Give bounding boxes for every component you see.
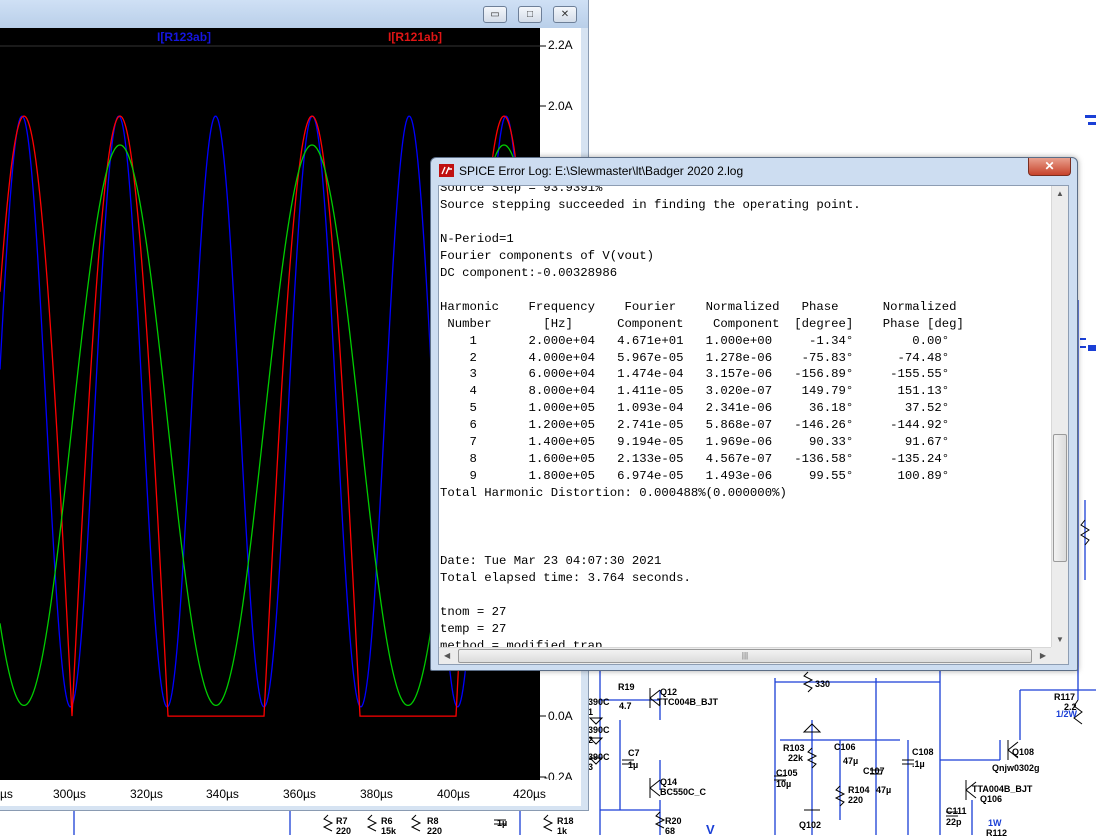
- close-button[interactable]: ✕: [553, 6, 577, 23]
- x-tick-label: 320µs: [130, 787, 163, 801]
- schematic-label: Q102: [799, 820, 822, 830]
- log-line: 9 1.800e+05 6.974e-05 1.493e-06 99.55° 1…: [440, 469, 950, 484]
- trace-label-r121ab[interactable]: I[R121ab]: [388, 30, 442, 44]
- schematic-label: .1µ: [912, 759, 925, 769]
- schematic-label: BC550C_C: [660, 787, 707, 797]
- schematic-label: 47µ: [876, 785, 892, 795]
- log-close-button[interactable]: ✕: [1028, 158, 1071, 176]
- schematic-label: R103: [783, 743, 805, 753]
- log-titlebar[interactable]: SPICE Error Log: E:\Slewmaster\lt\Badger…: [431, 158, 1077, 185]
- schematic-label: C7: [628, 748, 640, 758]
- resize-grip[interactable]: [1051, 647, 1068, 664]
- log-line: Number [Hz] Component Component [degree]…: [440, 316, 964, 331]
- close-icon: ✕: [1044, 159, 1055, 173]
- log-text-area[interactable]: Source Step = 93.9391% Source stepping s…: [438, 185, 1069, 665]
- y-tick-label: 2.2A: [548, 38, 573, 52]
- scroll-right-icon[interactable]: ▶: [1040, 651, 1046, 660]
- schematic-label: C111: [946, 806, 967, 816]
- log-line: Source Step = 93.9391%: [440, 185, 603, 195]
- log-line: Date: Tue Mar 23 04:07:30 2021: [440, 553, 662, 568]
- schematic-label: 22k: [788, 753, 804, 763]
- schematic-label: TTC004B_BJT: [657, 697, 719, 707]
- x-tick-label: µs: [0, 787, 13, 801]
- log-line: Source stepping succeeded in finding the…: [440, 197, 861, 212]
- log-line: N-Period=1: [440, 231, 514, 246]
- schematic-label: C105: [776, 768, 798, 778]
- schematic-label: Q14: [660, 777, 678, 787]
- x-tick-label: 380µs: [360, 787, 393, 801]
- schematic-label: R6: [381, 816, 393, 826]
- schematic-label: Q108: [1012, 747, 1035, 757]
- schematic-label: 330: [815, 679, 831, 689]
- log-line: Total Harmonic Distortion: 0.000488%(0.0…: [440, 486, 787, 501]
- log-line: 5 1.000e+05 1.093e-04 2.341e-06 36.18° 3…: [440, 401, 950, 416]
- log-line: DC component:-0.00328986: [440, 265, 618, 280]
- y-tick-label: 2.0A: [548, 99, 573, 113]
- log-line: 7 1.400e+05 9.194e-05 1.969e-06 90.33° 9…: [440, 435, 950, 450]
- schematic-label: 47µ: [843, 756, 859, 766]
- schematic-label: Qnjw0302g: [992, 763, 1040, 773]
- minimize-button[interactable]: ▭: [483, 6, 507, 23]
- log-line: 4 8.000e+04 1.411e-05 3.020e-07 149.79° …: [440, 384, 950, 399]
- schematic-label: R7: [336, 816, 348, 826]
- scroll-down-icon[interactable]: ▼: [1056, 635, 1064, 644]
- log-line: 1 2.000e+04 4.671e+01 1.000e+00 -1.34° 0…: [440, 333, 950, 348]
- schematic-label: 1µ: [497, 818, 508, 828]
- log-line: 3 6.000e+04 1.474e-04 3.157e-06 -156.89°…: [440, 367, 950, 382]
- schematic-label: 1/2W: [1056, 709, 1078, 719]
- horizontal-scrollbar[interactable]: ◀ ||| ▶: [439, 647, 1051, 664]
- x-tick-label: 360µs: [283, 787, 316, 801]
- schematic-label: R112: [986, 828, 1008, 838]
- schematic-label: Q12: [660, 687, 678, 697]
- scroll-left-icon[interactable]: ◀: [444, 651, 450, 660]
- schematic-label: 4.7: [619, 701, 632, 711]
- schematic-label: R8: [427, 816, 439, 826]
- grip-icon: |||: [741, 651, 749, 660]
- schematic-label: 1µ: [628, 760, 639, 770]
- trace-label-r123ab[interactable]: I[R123ab]: [157, 30, 211, 44]
- vertical-scroll-thumb[interactable]: [1053, 434, 1067, 562]
- schematic-label: 390C: [588, 697, 610, 707]
- schematic-label: 390C: [588, 752, 610, 762]
- log-line: Total elapsed time: 3.764 seconds.: [440, 570, 691, 585]
- schematic-label: R19: [618, 682, 635, 692]
- schematic-label: TTA004B_BJT: [972, 784, 1033, 794]
- log-line: Fourier components of V(vout): [440, 248, 655, 263]
- log-window-title: SPICE Error Log: E:\Slewmaster\lt\Badger…: [459, 164, 744, 178]
- x-tick-label: 340µs: [206, 787, 239, 801]
- schematic-label: 1W: [988, 818, 1002, 828]
- restore-button[interactable]: □: [518, 6, 542, 23]
- schematic-label: R18: [557, 816, 574, 826]
- horizontal-scroll-thumb[interactable]: |||: [458, 649, 1032, 663]
- scroll-up-icon[interactable]: ▲: [1056, 189, 1064, 198]
- ltspice-icon: [439, 164, 454, 177]
- log-line: temp = 27: [440, 621, 507, 636]
- log-line: tnom = 27: [440, 604, 507, 619]
- log-line: 8 1.600e+05 2.133e-05 4.567e-07 -136.58°…: [440, 452, 950, 467]
- schematic-label: 22p: [946, 817, 962, 827]
- schematic-label: 220: [848, 795, 864, 805]
- x-tick-label: 420µs: [513, 787, 546, 801]
- schematic-label: 390C: [588, 725, 610, 735]
- schematic-label: C107: [863, 766, 885, 776]
- log-line: 2 4.000e+04 5.967e-05 1.278e-06 -75.83° …: [440, 350, 950, 365]
- schematic-label: C106: [834, 742, 856, 752]
- log-text[interactable]: Source Step = 93.9391% Source stepping s…: [439, 185, 964, 655]
- log-line: 6 1.200e+05 2.741e-05 5.868e-07 -146.26°…: [440, 418, 950, 433]
- spice-error-log-window[interactable]: SPICE Error Log: E:\Slewmaster\lt\Badger…: [430, 157, 1078, 671]
- x-tick-label: 300µs: [53, 787, 86, 801]
- schematic-label: R20: [665, 816, 682, 826]
- waveform-titlebar[interactable]: ▭ □ ✕: [0, 0, 588, 28]
- schematic-label: R104: [848, 785, 870, 795]
- log-line: Harmonic Frequency Fourier Normalized Ph…: [440, 299, 957, 314]
- schematic-label: C108: [912, 747, 934, 757]
- schematic-label: R117: [1054, 692, 1076, 702]
- x-tick-label: 400µs: [437, 787, 470, 801]
- y-tick-label: 0.0A: [548, 709, 573, 723]
- schematic-label: 10µ: [776, 779, 792, 789]
- schematic-label: Q106: [980, 794, 1003, 804]
- vertical-scrollbar[interactable]: ▲ ▼: [1051, 186, 1068, 647]
